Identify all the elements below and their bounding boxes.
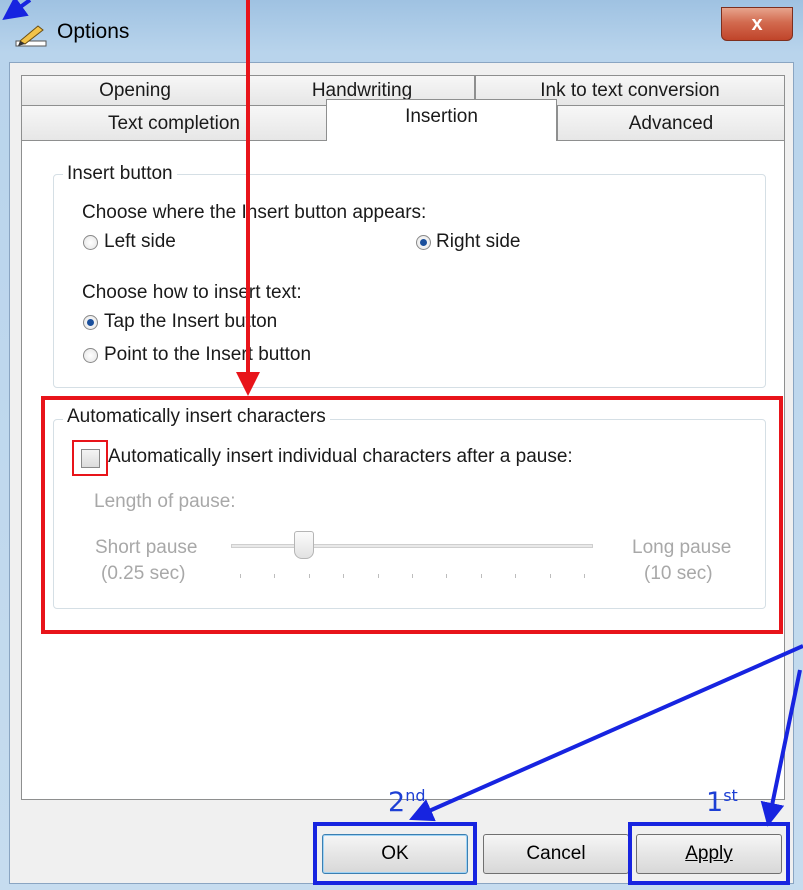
blue-arrow-apply [760, 669, 802, 827]
blue-arrow-titlebar [2, 0, 32, 21]
annotation-arrows [2, 0, 803, 827]
blue-arrow-ok [409, 644, 803, 822]
